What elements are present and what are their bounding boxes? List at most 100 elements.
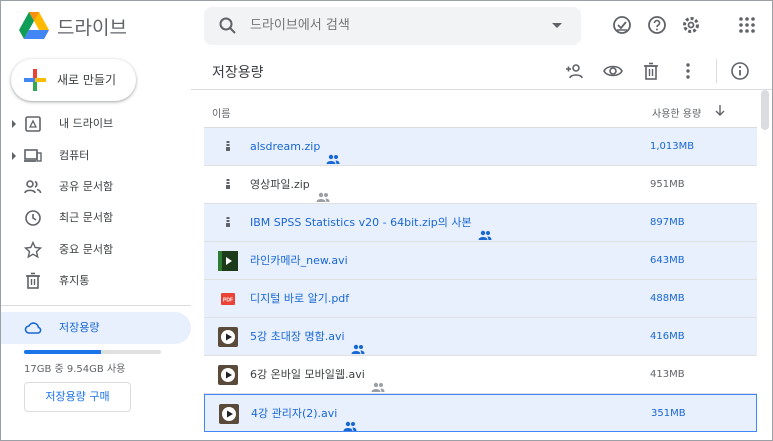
file-row[interactable]: alsdream.zip 1,013MB — [204, 128, 757, 166]
gear-icon[interactable] — [681, 15, 701, 35]
cloud-icon — [24, 322, 42, 334]
file-name-text: 라인카메라_new.avi — [250, 254, 348, 267]
zip-file-icon — [218, 137, 238, 157]
app-name: 드라이브 — [57, 17, 127, 39]
column-header-name[interactable]: 이름 — [212, 105, 230, 120]
scrollbar-thumb[interactable] — [761, 90, 769, 130]
file-name: 디지털 바로 알기.pdf — [250, 280, 349, 318]
search-box[interactable] — [204, 7, 581, 45]
shared-people-icon — [478, 218, 492, 240]
buy-storage-button[interactable]: 저장용량 구매 — [24, 382, 131, 412]
people-icon — [24, 180, 42, 194]
video-file-icon — [219, 404, 239, 424]
file-name: 영상파일.zip — [250, 166, 330, 204]
file-name-text: 5강 초대장 명함.avi — [250, 330, 345, 343]
column-header-size[interactable]: 사용한 용량 — [652, 105, 701, 120]
trash-icon[interactable] — [641, 61, 661, 81]
plus-icon — [24, 69, 46, 91]
sidebar-item-label: 컴퓨터 — [59, 149, 90, 162]
search-input[interactable] — [250, 7, 530, 45]
pdf-file-icon: PDF — [218, 289, 238, 309]
video-file-icon — [218, 365, 238, 385]
more-vert-icon[interactable] — [678, 61, 698, 81]
video-file-icon — [218, 327, 238, 347]
clock-icon — [25, 210, 41, 226]
file-name-text: alsdream.zip — [250, 140, 321, 153]
sidebar-item-shared[interactable]: 공유 문서함 — [1, 174, 191, 200]
top-bar: 드라이브 — [1, 1, 772, 51]
sidebar-item-label: 휴지통 — [59, 274, 90, 287]
sidebar-item-starred[interactable]: 중요 문서함 — [1, 237, 191, 263]
header-divider — [191, 89, 772, 90]
sort-arrow-down-icon[interactable] — [714, 104, 726, 116]
file-name: 라인카메라_new.avi — [250, 242, 348, 280]
video-file-icon — [218, 251, 238, 271]
apps-grid-icon[interactable] — [737, 15, 757, 35]
add-person-icon[interactable] — [565, 61, 585, 81]
file-size: 951MB — [650, 179, 685, 190]
sidebar-item-recent[interactable]: 최근 문서함 — [1, 205, 191, 231]
storage-usage-text: 17GB 중 9.54GB 사용 — [24, 364, 126, 375]
search-options-icon[interactable] — [552, 23, 562, 28]
storage-progress-bar — [24, 350, 161, 354]
drive-logo-icon[interactable] — [19, 12, 49, 39]
file-size: 643MB — [650, 255, 685, 266]
toolbar-divider — [716, 59, 717, 83]
expand-arrow-icon[interactable] — [12, 120, 16, 128]
shared-people-icon — [316, 180, 330, 202]
file-name-text: 디지털 바로 알기.pdf — [250, 292, 350, 305]
file-size: 488MB — [650, 293, 685, 304]
sidebar-divider — [1, 305, 191, 306]
file-name: IBM SPSS Statistics v20 - 64bit.zip의 사본 — [250, 204, 492, 242]
file-size: 1,013MB — [650, 141, 695, 152]
file-row[interactable]: 5강 초대장 명함.avi 416MB — [204, 318, 757, 356]
sidebar-item-storage[interactable]: 저장용량 — [1, 312, 191, 344]
file-name-text: 6강 온바일 모바일웹.avi — [250, 368, 365, 381]
eye-icon[interactable] — [603, 61, 623, 81]
file-row[interactable]: 영상파일.zip 951MB — [204, 166, 757, 204]
storage-progress-fill — [24, 350, 101, 354]
file-row[interactable]: IBM SPSS Statistics v20 - 64bit.zip의 사본 8… — [204, 204, 757, 242]
sidebar-item-my-drive[interactable]: 내 드라이브 — [1, 111, 191, 137]
trash-icon — [26, 272, 40, 289]
computer-icon — [24, 149, 42, 162]
file-name-text: 영상파일.zip — [250, 178, 310, 191]
zip-file-icon — [218, 213, 238, 233]
expand-arrow-icon[interactable] — [12, 152, 16, 160]
info-icon[interactable] — [730, 61, 750, 81]
sidebar-item-label: 중요 문서함 — [59, 243, 114, 256]
new-button-label: 새로 만들기 — [57, 73, 117, 87]
file-name: 6강 온바일 모바일웹.avi — [250, 356, 385, 394]
file-row[interactable]: 6강 온바일 모바일웹.avi 413MB — [204, 356, 757, 394]
file-name: alsdream.zip — [250, 128, 340, 166]
page-title: 저장용량 — [212, 65, 264, 81]
sidebar-item-computers[interactable]: 컴퓨터 — [1, 143, 191, 169]
help-icon[interactable] — [647, 15, 667, 35]
sidebar-item-trash[interactable]: 휴지통 — [1, 268, 191, 294]
shared-people-icon — [326, 142, 340, 164]
file-size: 897MB — [650, 217, 685, 228]
sidebar-item-label: 저장용량 — [59, 321, 100, 334]
file-row[interactable]: 라인카메라_new.avi 643MB — [204, 242, 757, 280]
my-drive-icon — [25, 116, 41, 132]
new-button[interactable]: 새로 만들기 — [11, 59, 136, 101]
file-row[interactable]: 4강 관리자(2).avi 351MB — [204, 394, 757, 432]
scrollbar-track[interactable] — [758, 90, 772, 440]
sidebar-item-label: 내 드라이브 — [59, 117, 114, 130]
shared-people-icon — [351, 332, 365, 354]
file-name-text: 4강 관리자(2).avi — [251, 407, 338, 420]
shared-people-icon — [343, 409, 357, 431]
file-size: 413MB — [650, 369, 685, 380]
file-size: 416MB — [650, 331, 685, 342]
file-size: 351MB — [651, 408, 686, 419]
ready-offline-icon[interactable] — [612, 15, 632, 35]
search-icon[interactable] — [218, 16, 238, 36]
sidebar-item-label: 공유 문서함 — [59, 180, 114, 193]
file-name: 5강 초대장 명함.avi — [250, 318, 365, 356]
star-icon — [24, 241, 42, 259]
file-row[interactable]: PDF 디지털 바로 알기.pdf 488MB — [204, 280, 757, 318]
sidebar-item-label: 최근 문서함 — [59, 211, 114, 224]
svg-text:PDF: PDF — [223, 298, 233, 304]
shared-people-icon — [371, 370, 385, 392]
file-name: 4강 관리자(2).avi — [251, 395, 357, 433]
